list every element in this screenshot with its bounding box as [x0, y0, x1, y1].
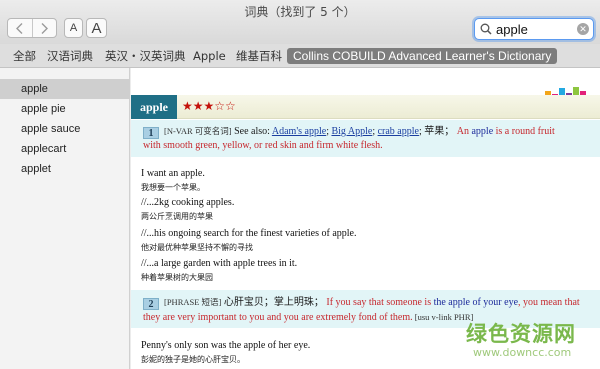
headword: apple — [131, 95, 177, 119]
example-translation: 种着苹果树的大果园 — [141, 273, 213, 282]
clear-search-icon[interactable]: ✕ — [577, 23, 589, 35]
dictionary-tabs: 全部 汉语词典 英汉・汉英词典 Apple 维基百科 Collins COBUI… — [0, 44, 600, 68]
chevron-right-icon — [41, 22, 48, 34]
font-smaller-button[interactable]: A — [64, 18, 83, 38]
result-label: apple pie — [21, 103, 66, 115]
definition-text: they are very important to you and you a… — [143, 312, 413, 323]
tab-collins-cobuild[interactable]: Collins COBUILD Advanced Learner's Dicti… — [287, 48, 558, 64]
result-item[interactable]: applecart — [0, 139, 130, 159]
sense-number: 2 — [143, 298, 159, 310]
result-label: applecart — [21, 143, 67, 155]
example-translation: 他对最优种苹果坚持不懈的寻找 — [141, 243, 253, 252]
link-big-apple[interactable]: Big Apple — [331, 126, 372, 137]
link-adams-apple[interactable]: Adam's apple — [272, 126, 326, 137]
search-field[interactable]: ✕ — [474, 18, 594, 40]
sense-definition-line: they are very important to you and you a… — [143, 310, 473, 325]
definition-text: is a round fruit — [493, 126, 555, 137]
chevron-left-icon — [16, 22, 23, 34]
tab-wikipedia[interactable]: 维基百科 — [236, 48, 282, 64]
example-translation: 我想要一个苹果。 — [141, 183, 205, 192]
entry-header: apple ★★★☆☆ — [131, 95, 600, 119]
entry-content: apple ★★★☆☆ 1 [N-VAR 可变名词] See also: Ada… — [131, 68, 600, 369]
sense-block: 2 [PHRASE 短语] 心肝宝贝；掌上明珠； If you say that… — [131, 290, 600, 328]
example-translation: 两公斤烹调用的苹果 — [141, 212, 213, 221]
result-item[interactable]: apple sauce — [0, 119, 130, 139]
sense-definition-line: [N-VAR 可变名词] See also: Adam's apple; Big… — [164, 124, 555, 139]
example-sentence: //...a large garden with apple trees in … — [141, 258, 298, 269]
definition-text: An — [454, 126, 472, 137]
example-translation: 彭妮的独子是她的心肝宝贝。 — [141, 355, 245, 364]
grammar-label: [N-VAR 可变名词] — [164, 126, 232, 136]
link-crab-apple[interactable]: crab apple — [378, 126, 419, 137]
definition-text: , you mean that — [518, 297, 580, 308]
sense-block: 1 [N-VAR 可变名词] See also: Adam's apple; B… — [131, 120, 600, 157]
back-button[interactable] — [8, 19, 32, 37]
usage-label: [usu v-link PHR] — [412, 312, 474, 322]
tab-english-chinese-dictionary[interactable]: 英汉・汉英词典 — [105, 48, 186, 64]
grammar-label: [PHRASE 短语] — [164, 297, 222, 307]
result-item[interactable]: apple — [0, 79, 130, 99]
definition-keyword: apple — [471, 126, 494, 137]
results-sidebar: apple apple pie apple sauce applecart ap… — [0, 68, 130, 369]
forward-button[interactable] — [31, 19, 57, 37]
search-icon — [480, 23, 492, 35]
history-nav — [7, 18, 57, 38]
example-sentence: //...2kg cooking apples. — [141, 197, 235, 208]
result-item[interactable]: applet — [0, 159, 130, 179]
definition-text: If you say that someone is — [323, 297, 434, 308]
definition-text: with smooth green, yellow, or red skin a… — [143, 140, 383, 151]
sense-definition-line: [PHRASE 短语] 心肝宝贝；掌上明珠； If you say that s… — [164, 295, 580, 310]
sense-number: 1 — [143, 127, 159, 139]
result-item[interactable]: apple pie — [0, 99, 130, 119]
example-sentence: I want an apple. — [141, 168, 205, 179]
result-label: apple — [21, 83, 48, 95]
tab-all[interactable]: 全部 — [13, 48, 36, 64]
chinese-gloss: 苹果； — [421, 126, 455, 137]
result-label: apple sauce — [21, 123, 81, 135]
font-larger-button[interactable]: A — [86, 18, 107, 38]
search-input[interactable] — [496, 21, 566, 37]
see-also-label: See also: — [231, 126, 272, 137]
example-sentence: //...his ongoing search for the finest v… — [141, 228, 357, 239]
definition-keyword: the apple of your eye — [433, 297, 519, 308]
tab-apple[interactable]: Apple — [193, 48, 226, 64]
tab-chinese-dictionary[interactable]: 汉语词典 — [47, 48, 93, 64]
frequency-stars: ★★★☆☆ — [182, 99, 236, 113]
example-sentence: Penny's only son was the apple of her ey… — [141, 340, 311, 351]
chinese-gloss: 心肝宝贝；掌上明珠； — [221, 297, 324, 308]
window-toolbar: 词典（找到了 5 个） A A ✕ — [0, 0, 600, 44]
result-label: applet — [21, 163, 51, 175]
